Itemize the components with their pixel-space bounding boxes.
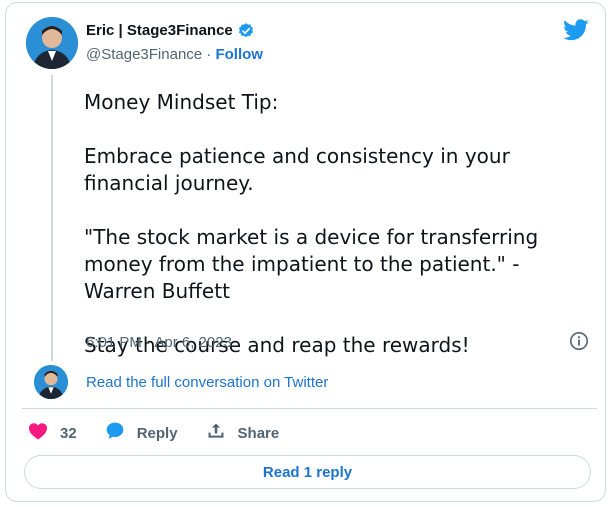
share-button[interactable]: Share	[206, 421, 280, 445]
tweet-line-1: Money Mindset Tip:	[84, 90, 279, 114]
reply-button[interactable]: Reply	[105, 421, 178, 445]
author-avatar[interactable]	[26, 17, 78, 69]
speech-bubble-icon	[105, 421, 137, 445]
tweet-line-3: "The stock market is a device for transf…	[84, 225, 539, 303]
action-bar: 32 Reply Share	[28, 421, 307, 445]
thread-line	[51, 75, 53, 361]
author-handle[interactable]: @Stage3Finance	[86, 46, 202, 63]
verified-badge-icon	[237, 22, 255, 40]
heart-icon	[28, 422, 60, 444]
author-name[interactable]: Eric | Stage3Finance	[86, 21, 233, 41]
reply-label: Reply	[136, 424, 178, 442]
like-count: 32	[60, 424, 77, 442]
read-conversation-link[interactable]: Read the full conversation on Twitter	[86, 374, 328, 391]
share-upload-icon	[206, 421, 238, 445]
twitter-bird-icon[interactable]	[563, 19, 589, 41]
read-replies-button[interactable]: Read 1 reply	[24, 455, 591, 489]
follow-button[interactable]: Follow	[215, 46, 263, 63]
tweet-text: Money Mindset Tip: Embrace patience and …	[84, 89, 594, 359]
tweet-timestamp[interactable]: 6:01 PM · Apr 6, 2023	[86, 334, 232, 351]
tweet-header: Eric | Stage3Finance @Stage3Finance · Fo…	[86, 21, 263, 65]
like-button[interactable]: 32	[28, 422, 77, 444]
reply-author-avatar[interactable]	[34, 365, 68, 399]
tweet-line-2: Embrace patience and consistency in your…	[84, 144, 510, 195]
tweet-card: Eric | Stage3Finance @Stage3Finance · Fo…	[5, 2, 606, 502]
share-label: Share	[237, 424, 280, 442]
handle-separator: ·	[202, 46, 216, 63]
divider	[22, 408, 597, 409]
info-icon[interactable]	[569, 331, 589, 351]
